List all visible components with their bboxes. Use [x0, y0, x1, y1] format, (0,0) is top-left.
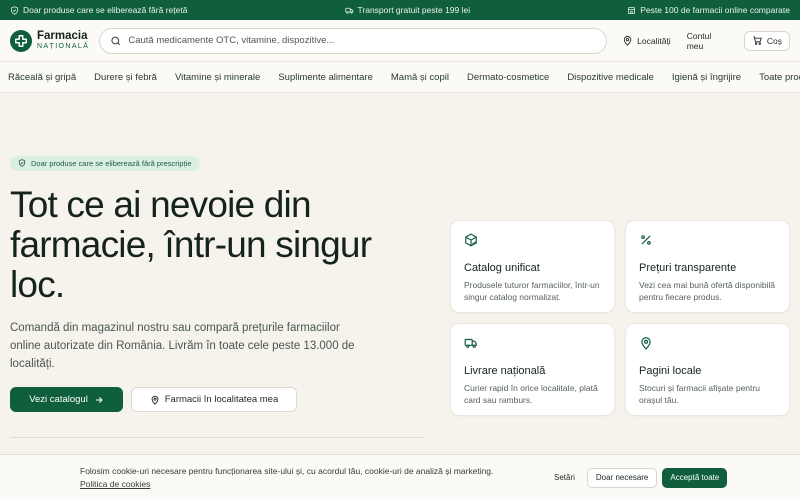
feature-card-catalog: Catalog unificat Produsele tuturor farma…	[450, 220, 615, 313]
feature-card-delivery: Livrare națională Curier rapid în orice …	[450, 323, 615, 416]
feature-title: Catalog unificat	[464, 262, 540, 274]
map-pin-icon	[641, 337, 651, 350]
category-dermo-cosmetics[interactable]: Dermato-cosmetice	[467, 72, 549, 83]
feature-description: Produsele tuturor farmaciilor, într-un s…	[464, 280, 600, 302]
site-header: Farmacia NAȚIONALĂ Localități Contul meu…	[0, 20, 800, 62]
category-pain-fever[interactable]: Durere și febră	[94, 72, 157, 83]
store-icon	[627, 6, 636, 14]
logo[interactable]: Farmacia NAȚIONALĂ	[10, 29, 97, 52]
cookie-policy-link[interactable]: Politica de cookies	[80, 478, 530, 491]
percent-icon	[641, 235, 651, 245]
logo-cross-icon	[10, 29, 32, 52]
cart-button[interactable]: Coș	[743, 30, 790, 51]
local-pharmacies-button[interactable]: Farmacii în localitatea mea	[131, 387, 297, 412]
search-bar[interactable]	[98, 27, 608, 54]
account-label: Contul meu	[686, 30, 712, 51]
cookie-settings-button[interactable]: Setări	[554, 473, 575, 482]
logo-subtitle: NAȚIONALĂ	[37, 43, 90, 51]
topbar-shipping-text: Transport gratuit peste 199 lei	[357, 5, 471, 15]
map-pin-icon	[623, 35, 632, 46]
truck-icon	[464, 338, 477, 348]
view-catalog-button[interactable]: Vezi catalogul	[10, 387, 123, 412]
truck-icon	[344, 7, 353, 14]
hero-section: Doar produse care se eliberează fără pre…	[10, 154, 430, 438]
category-supplements[interactable]: Suplimente alimentare	[278, 72, 373, 83]
feature-description: Vezi cea mai bună ofertă disponibilă pen…	[639, 280, 776, 302]
account-link[interactable]: Contul meu	[687, 31, 728, 51]
category-nav: Răceală și gripă Durere și febră Vitamin…	[0, 62, 800, 93]
cookie-message: Folosim cookie-uri necesare pentru funcț…	[80, 465, 494, 476]
hero-divider	[10, 437, 425, 438]
cookie-banner: Folosim cookie-uri necesare pentru funcț…	[0, 454, 800, 500]
map-pin-icon	[151, 395, 159, 405]
category-hygiene[interactable]: Igienă și îngrijire	[672, 72, 741, 83]
search-icon	[111, 36, 120, 45]
shield-check-icon	[11, 5, 18, 15]
topbar-shipping-notice: Transport gratuit peste 199 lei	[344, 5, 471, 15]
shield-check-icon	[18, 159, 26, 167]
category-all-products[interactable]: Toate produsele	[759, 72, 800, 83]
cookie-actions: Setări Doar necesare Acceptă toate	[554, 467, 728, 488]
category-cold-flu[interactable]: Răceală și gripă	[8, 72, 76, 83]
feature-description: Curier rapid în orice localitate, plată …	[464, 383, 598, 405]
header-actions: Localități Contul meu Coș	[622, 30, 790, 51]
top-info-bar: Doar produse care se eliberează fără reț…	[0, 0, 800, 20]
local-pharmacies-label: Farmacii în localitatea mea	[164, 394, 279, 405]
topbar-otc-notice: Doar produse care se eliberează fără reț…	[10, 5, 187, 15]
cookie-necessary-button[interactable]: Doar necesare	[586, 467, 658, 488]
search-input[interactable]	[128, 35, 597, 46]
view-catalog-label: Vezi catalogul	[29, 394, 88, 405]
otc-badge-text: Doar produse care se eliberează fără pre…	[31, 158, 192, 168]
locations-label: Localități	[637, 35, 671, 46]
category-medical-devices[interactable]: Dispozitive medicale	[567, 72, 654, 83]
topbar-pharmacies-notice: Peste 100 de farmacii online comparate	[627, 5, 790, 15]
feature-title: Prețuri transparente	[639, 262, 737, 274]
topbar-pharmacies-text: Peste 100 de farmacii online comparate	[640, 5, 790, 15]
hero-lead: Comandă din magazinul nostru sau compară…	[10, 322, 355, 370]
feature-card-prices: Prețuri transparente Vezi cea mai bună o…	[625, 220, 790, 313]
feature-title: Livrare națională	[464, 365, 546, 377]
hero-headline: Tot ce ai nevoie din farmacie, într-un s…	[10, 184, 372, 305]
package-check-icon	[465, 233, 477, 247]
category-mother-child[interactable]: Mamă și copil	[391, 72, 449, 83]
cookie-accept-button[interactable]: Acceptă toate	[662, 467, 728, 488]
feature-description: Stocuri și farmacii afișate pentru orașu…	[639, 383, 760, 405]
feature-grid: Catalog unificat Produsele tuturor farma…	[450, 220, 790, 416]
cart-icon	[753, 36, 762, 45]
feature-card-local: Pagini locale Stocuri și farmacii afișat…	[625, 323, 790, 416]
locations-link[interactable]: Localități	[622, 35, 671, 46]
category-vitamins[interactable]: Vitamine și minerale	[175, 72, 260, 83]
cart-label: Coș	[766, 35, 782, 46]
feature-title: Pagini locale	[639, 365, 702, 377]
topbar-otc-text: Doar produse care se eliberează fără reț…	[23, 5, 188, 15]
logo-name: Farmacia	[37, 29, 88, 42]
hero-cta-row: Vezi catalogul Farmacii în localitatea m…	[10, 387, 430, 412]
arrow-right-icon	[95, 396, 103, 403]
otc-badge: Doar produse care se eliberează fără pre…	[10, 155, 200, 171]
